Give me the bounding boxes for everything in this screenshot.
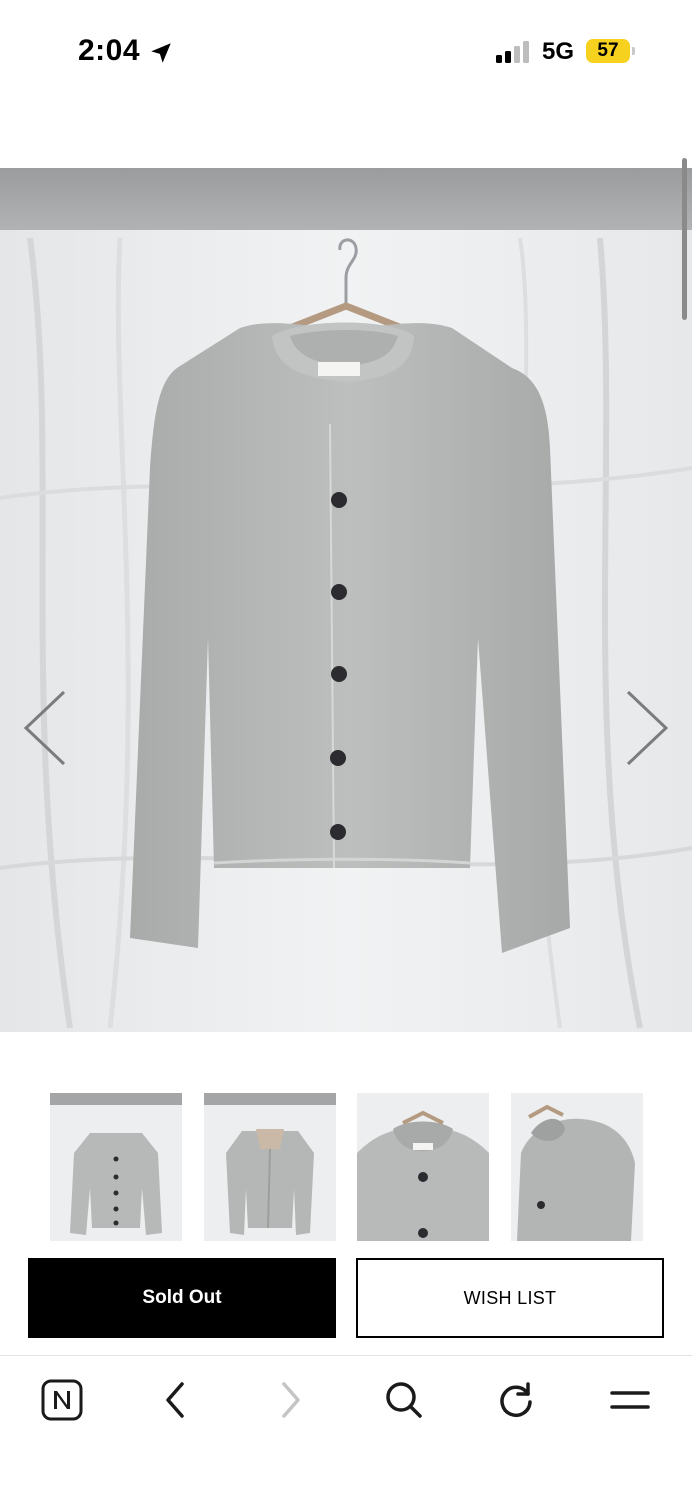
wish-list-button[interactable]: WISH LIST	[356, 1258, 664, 1338]
status-time: 2:04	[78, 34, 141, 67]
forward-icon[interactable]	[268, 1378, 312, 1422]
menu-icon[interactable]	[608, 1378, 652, 1422]
next-image-arrow-icon[interactable]	[622, 688, 672, 768]
thumbnail-side-back[interactable]	[511, 1093, 643, 1241]
thumbnail-front[interactable]	[50, 1093, 182, 1241]
battery-level: 57	[586, 39, 630, 63]
product-main-image[interactable]	[0, 168, 692, 1032]
refresh-icon[interactable]	[494, 1378, 538, 1422]
scroll-indicator[interactable]	[682, 158, 687, 320]
thumbnail-strip	[50, 1093, 644, 1241]
back-icon[interactable]	[154, 1378, 198, 1422]
network-type: 5G	[542, 38, 575, 65]
location-arrow-icon	[151, 43, 171, 63]
previous-image-arrow-icon[interactable]	[20, 688, 70, 768]
battery-cap	[632, 47, 635, 55]
cellular-signal-icon	[496, 41, 529, 63]
sold-out-button[interactable]: Sold Out	[28, 1258, 336, 1338]
search-icon[interactable]	[382, 1378, 426, 1422]
status-bar: 2:04 5G 57	[0, 0, 692, 104]
browser-toolbar	[0, 1355, 692, 1501]
thumbnail-open-front[interactable]	[204, 1093, 336, 1241]
naver-app-icon[interactable]	[40, 1378, 84, 1422]
thumbnail-collar-detail[interactable]	[357, 1093, 489, 1241]
